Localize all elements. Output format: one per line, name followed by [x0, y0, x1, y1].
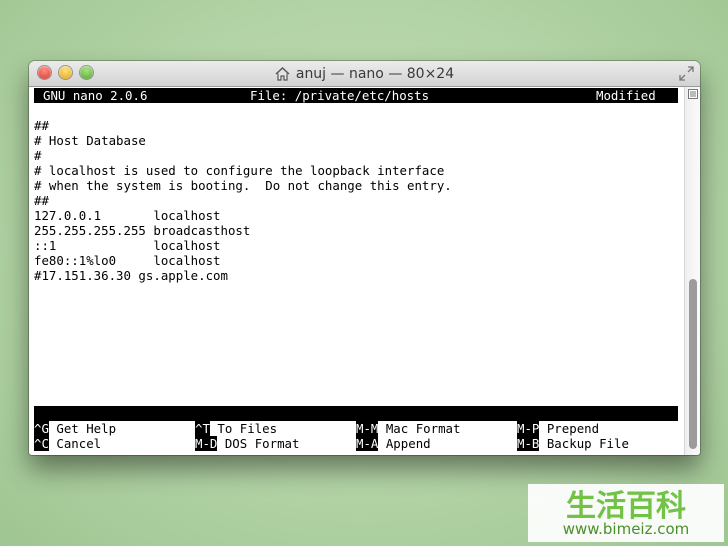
nano-file-name: File: /private/etc/hosts [250, 88, 430, 103]
shortcut-cancel[interactable]: ^C Cancel [34, 436, 101, 451]
shortcut-to-files[interactable]: ^T To Files [195, 421, 277, 436]
file-line: fe80::1%lo0 localhost [34, 253, 221, 268]
vertical-scrollbar[interactable] [684, 87, 700, 455]
site-watermark: 生活百科 www.bimeiz.com [528, 484, 724, 542]
terminal-content[interactable]: GNU nano 2.0.6 File: /private/etc/hosts … [29, 87, 684, 455]
shortcut-append[interactable]: M-A Append [356, 436, 431, 451]
file-line: ::1 localhost [34, 238, 221, 253]
shortcut-key: M-M [356, 421, 379, 436]
shortcut-label: Get Help [48, 421, 117, 436]
shortcut-label: Backup File [539, 436, 629, 451]
nano-header-bar: GNU nano 2.0.6 File: /private/etc/hosts … [34, 88, 678, 103]
shortcut-backup-file[interactable]: M-B Backup File [517, 436, 629, 451]
shortcut-prepend[interactable]: M-P Prepend [517, 421, 599, 436]
shortcut-get-help[interactable]: ^G Get Help [34, 421, 116, 436]
shortcut-key: M-P [517, 421, 540, 436]
fullscreen-icon[interactable] [679, 66, 694, 81]
file-line: ## [34, 193, 49, 208]
shortcut-label: Cancel [48, 436, 102, 451]
title-bar[interactable]: anuj — nano — 80×24 [29, 61, 700, 87]
nano-version: GNU nano 2.0.6 [43, 88, 148, 103]
window-title-text: anuj — nano — 80×24 [295, 65, 455, 82]
home-folder-icon [275, 66, 290, 81]
file-line: # when the system is booting. Do not cha… [34, 178, 452, 193]
shortcut-label: Append [378, 436, 431, 451]
file-line: 127.0.0.1 localhost [34, 208, 221, 223]
watermark-logo-text: 生活百科 [566, 489, 686, 524]
watermark-url: www.bimeiz.com [562, 520, 690, 538]
shortcut-key: ^G [34, 421, 49, 436]
shortcut-dos-format[interactable]: M-D DOS Format [195, 436, 299, 451]
list-icon[interactable] [688, 89, 698, 99]
scrollbar-thumb[interactable] [689, 279, 697, 449]
shortcut-key: ^T [195, 421, 210, 436]
file-line: ## [34, 118, 49, 133]
window-title: anuj — nano — 80×24 [29, 61, 700, 86]
shortcut-key: M-D [195, 436, 218, 451]
file-line: # localhost is used to configure the loo… [34, 163, 445, 178]
shortcut-key: M-A [356, 436, 379, 451]
shortcut-mac-format[interactable]: M-M Mac Format [356, 421, 460, 436]
shortcut-label: Prepend [539, 421, 600, 436]
terminal-window: anuj — nano — 80×24 GNU nano 2.0.6 File:… [29, 61, 700, 455]
file-line: # [34, 148, 42, 163]
file-line: # Host Database [34, 133, 146, 148]
nano-modified-status: Modified [596, 88, 656, 103]
shortcut-key: M-B [517, 436, 540, 451]
shortcut-label: DOS Format [217, 436, 300, 451]
shortcut-label: To Files [209, 421, 278, 436]
file-line: 255.255.255.255 broadcasthost [34, 223, 251, 238]
write-file-prompt[interactable]: File Name to Write: /private/etc/hosts [34, 406, 678, 436]
shortcut-label: Mac Format [378, 421, 461, 436]
file-line: #17.151.36.30 gs.apple.com [34, 268, 228, 283]
shortcut-key: ^C [34, 436, 49, 451]
